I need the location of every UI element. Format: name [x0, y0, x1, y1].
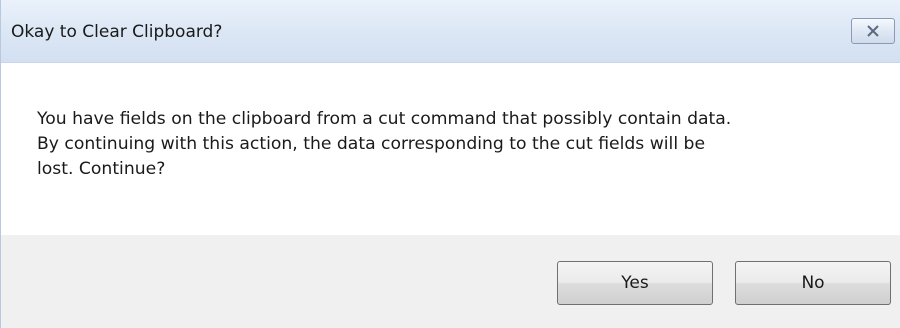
dialog-content: You have fields on the clipboard from a …	[1, 63, 900, 235]
message-line-2: By continuing with this action, the data…	[37, 134, 706, 154]
clear-clipboard-dialog: Okay to Clear Clipboard? You have fields…	[0, 0, 900, 328]
dialog-message: You have fields on the clipboard from a …	[37, 107, 867, 182]
title-bar[interactable]: Okay to Clear Clipboard?	[1, 0, 900, 63]
yes-button[interactable]: Yes	[557, 261, 713, 305]
message-line-1: You have fields on the clipboard from a …	[37, 109, 732, 129]
no-button[interactable]: No	[735, 261, 891, 305]
button-bar: Yes No	[1, 235, 900, 328]
message-line-3: lost. Continue?	[37, 159, 166, 179]
close-button[interactable]	[851, 18, 895, 44]
dialog-title: Okay to Clear Clipboard?	[11, 22, 223, 42]
close-icon	[866, 25, 880, 37]
